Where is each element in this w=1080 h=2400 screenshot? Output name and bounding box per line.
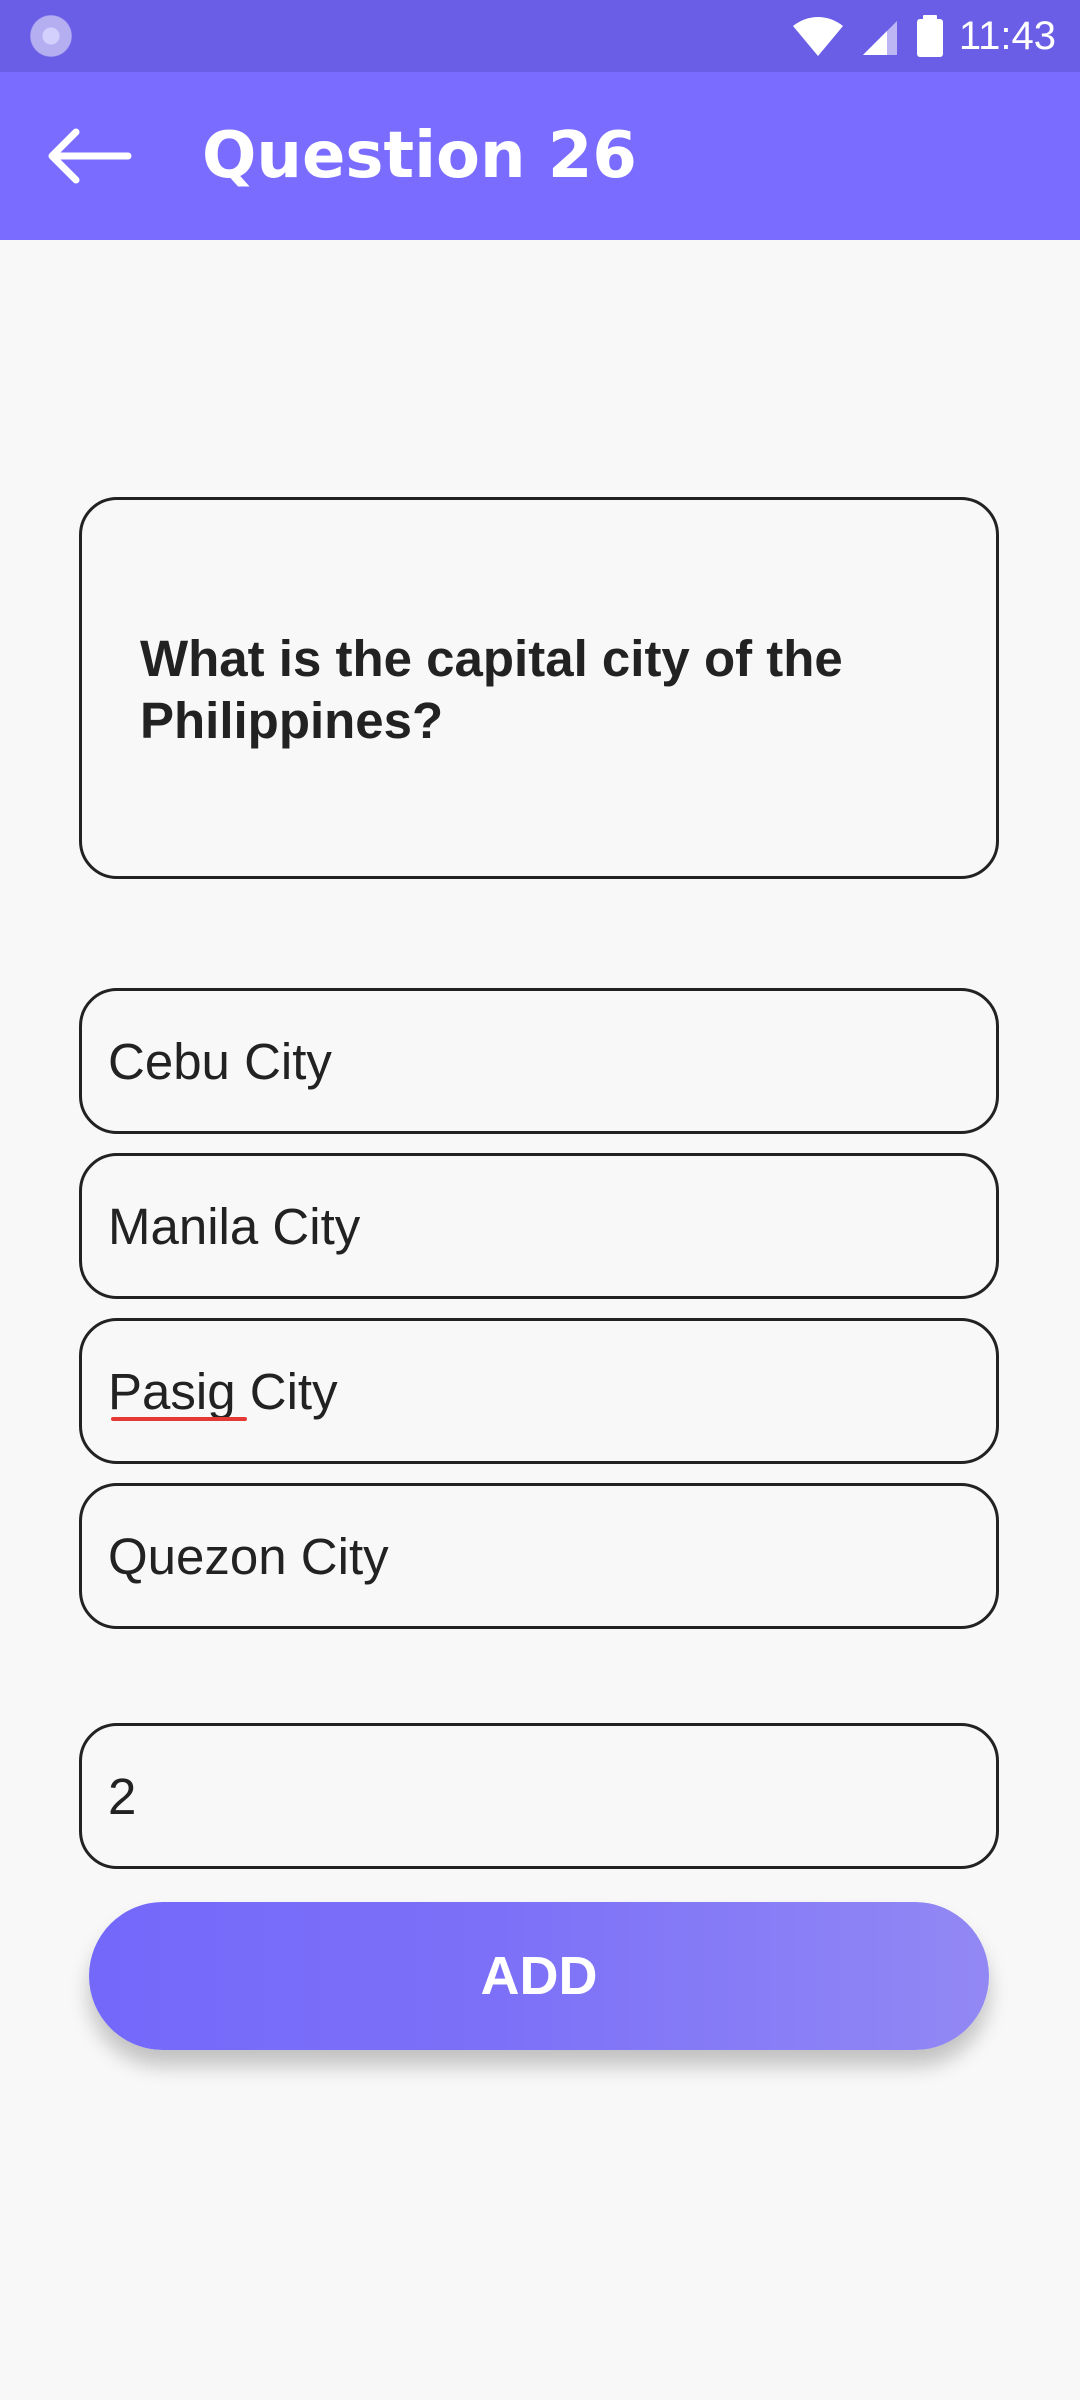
- option-input-4[interactable]: [108, 1486, 968, 1626]
- option-input-2[interactable]: [108, 1156, 968, 1296]
- spellcheck-underline: [111, 1417, 247, 1421]
- option-field-4[interactable]: [79, 1483, 999, 1629]
- app-bar: Question 26: [0, 72, 1080, 240]
- option-field-1[interactable]: [79, 988, 999, 1134]
- arrow-left-icon: [48, 128, 132, 184]
- add-button[interactable]: ADD: [89, 1902, 989, 2050]
- back-button[interactable]: [38, 118, 138, 194]
- status-bar: 11:43: [0, 0, 1080, 72]
- wifi-icon: [792, 17, 843, 56]
- status-icons: 11:43: [791, 12, 1056, 60]
- page-title: Question 26: [202, 119, 637, 193]
- signal-icon: [862, 21, 897, 55]
- battery-icon: [916, 15, 943, 57]
- notification-icon: [30, 15, 72, 57]
- answer-field[interactable]: [79, 1723, 999, 1869]
- add-button-container: ADD: [79, 1900, 999, 2062]
- option-field-3[interactable]: [79, 1318, 999, 1464]
- question-text: What is the capital city of the Philippi…: [140, 630, 843, 749]
- status-time: 11:43: [958, 14, 1056, 58]
- option-input-1[interactable]: [108, 991, 968, 1131]
- option-field-2[interactable]: [79, 1153, 999, 1299]
- question-card: What is the capital city of the Philippi…: [79, 497, 999, 879]
- option-input-3[interactable]: [108, 1321, 968, 1461]
- answer-input[interactable]: [108, 1726, 968, 1866]
